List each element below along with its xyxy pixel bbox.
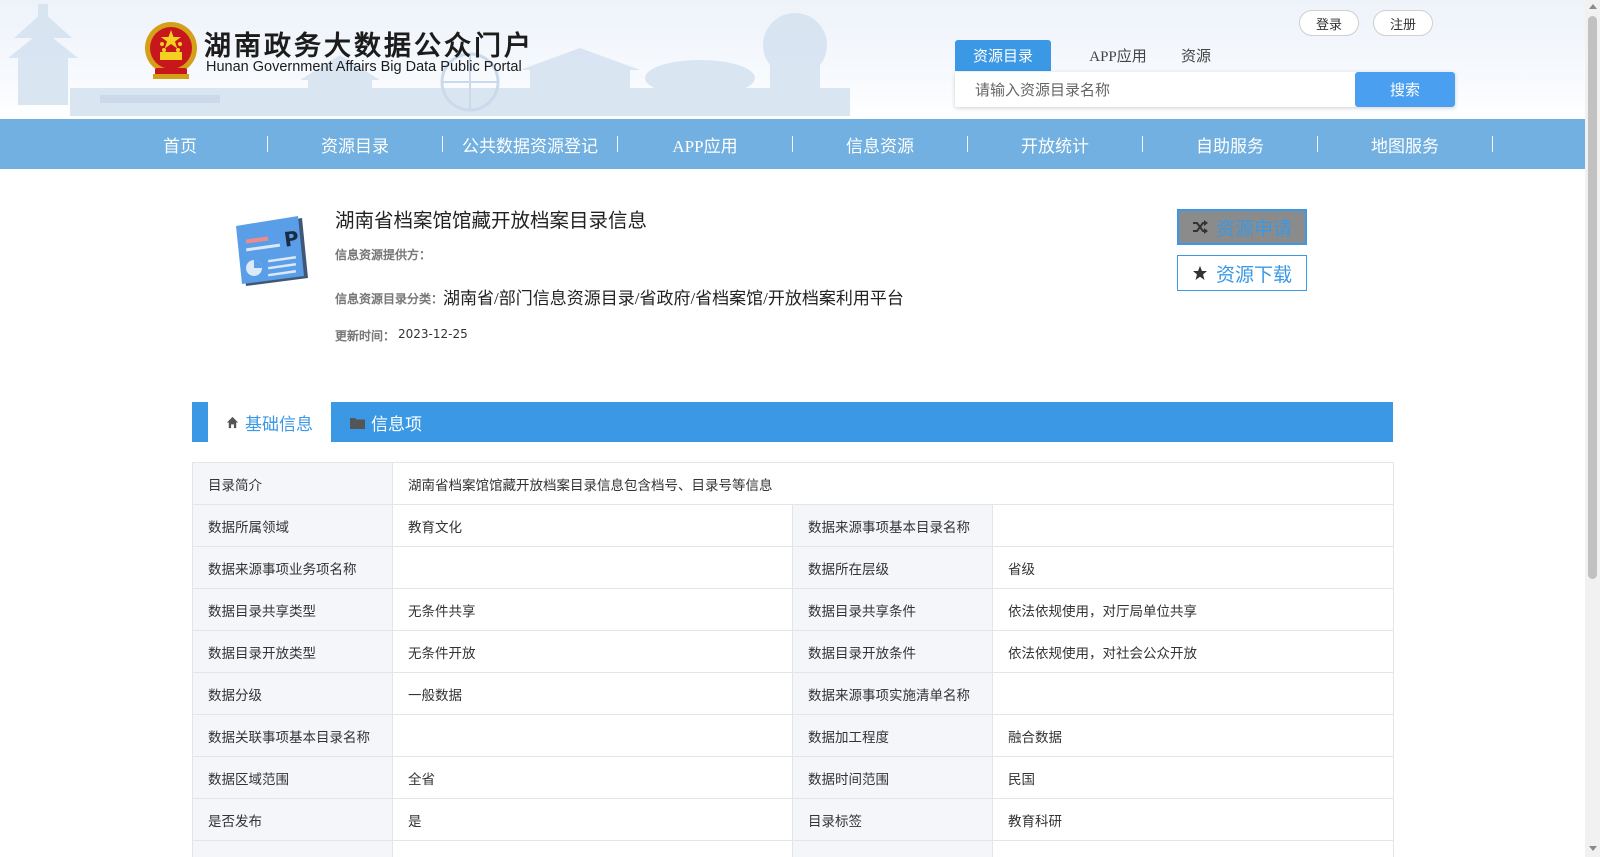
- table-value: 教育文化: [392, 504, 793, 547]
- table-row: 数据来源事项业务项名称 数据所在层级 省级: [192, 546, 1395, 589]
- table-value: [392, 714, 793, 757]
- table-value: 教育科研: [991, 798, 1395, 841]
- site-title: 湖南政务大数据公众门户: [204, 31, 534, 62]
- table-label: 数据来源事项业务项名称: [192, 546, 393, 589]
- nav-separator: [1492, 136, 1493, 152]
- table-row: 数据所属领域 教育文化 数据来源事项基本目录名称: [192, 504, 1395, 547]
- login-button[interactable]: 登录: [1299, 10, 1359, 36]
- tab-basic-info-label: 基础信息: [245, 414, 313, 435]
- scroll-down-arrow-icon[interactable]: [1589, 846, 1597, 851]
- table-value: 无条件共享: [392, 588, 793, 631]
- updated-label: 更新时间：: [335, 329, 396, 343]
- resource-apply-button[interactable]: 资源申请: [1177, 209, 1307, 245]
- nav-item-map-service[interactable]: 地图服务: [1318, 119, 1492, 169]
- main-nav: 首页 资源目录 公共数据资源登记 APP应用 信息资源 开放统计 自助服务 地图…: [0, 119, 1585, 169]
- table-label: 数据目录共享类型: [192, 588, 393, 631]
- table-value: 省级: [991, 546, 1395, 589]
- tab-info-items-label: 信息项: [371, 414, 422, 435]
- table-value: 全省: [392, 756, 793, 799]
- page-scrollbar[interactable]: [1585, 0, 1600, 857]
- table-label-cut: [792, 840, 993, 857]
- table-value: [991, 504, 1395, 547]
- table-label: 数据所在层级: [792, 546, 993, 589]
- nav-item-resource-catalog[interactable]: 资源目录: [268, 119, 442, 169]
- table-value: 依法依规使用，对厅局单位共享: [991, 588, 1395, 631]
- table-value: 融合数据: [991, 714, 1395, 757]
- star-icon: [1192, 266, 1207, 280]
- table-label: 目录标签: [792, 798, 993, 841]
- table-label: 数据来源事项基本目录名称: [792, 504, 993, 547]
- provider-label: 信息资源提供方：: [335, 248, 432, 262]
- tab-info-items[interactable]: 信息项: [350, 402, 422, 442]
- national-emblem-icon: [145, 22, 197, 79]
- resource-title: 湖南省档案馆馆藏开放档案目录信息: [335, 209, 648, 232]
- scrollbar-thumb[interactable]: [1588, 16, 1597, 579]
- basic-info-table: 目录简介 湖南省档案馆馆藏开放档案目录信息包含档号、目录号等信息 数据所属领域 …: [192, 462, 1395, 857]
- table-label: 数据加工程度: [792, 714, 993, 757]
- table-value: 无条件开放: [392, 630, 793, 673]
- nav-item-open-statistics[interactable]: 开放统计: [968, 119, 1142, 169]
- table-value-cut: [392, 840, 793, 857]
- table-label: 数据所属领域: [192, 504, 393, 547]
- table-row-partial: [192, 840, 1395, 857]
- search-input[interactable]: [955, 72, 1355, 107]
- table-row: 数据分级 一般数据 数据来源事项实施清单名称: [192, 672, 1395, 715]
- table-row: 目录简介 湖南省档案馆馆藏开放档案目录信息包含档号、目录号等信息: [192, 462, 1395, 505]
- search-box: 搜索: [955, 72, 1455, 107]
- tab-basic-info[interactable]: 基础信息: [208, 402, 331, 442]
- nav-item-info-resources[interactable]: 信息资源: [793, 119, 967, 169]
- category-label: 信息资源目录分类：: [335, 292, 444, 306]
- site-subtitle: Hunan Government Affairs Big Data Public…: [206, 59, 522, 75]
- search-tab-app[interactable]: APP应用: [1068, 40, 1168, 71]
- resource-download-button[interactable]: 资源下载: [1177, 255, 1307, 291]
- search-tab-resource[interactable]: 资源: [1170, 40, 1222, 71]
- table-label: 数据来源事项实施清单名称: [792, 672, 993, 715]
- table-label: 数据目录共享条件: [792, 588, 993, 631]
- table-label: 数据关联事项基本目录名称: [192, 714, 393, 757]
- category-value: 湖南省/部门信息资源目录/省政府/省档案馆/开放档案利用平台: [443, 289, 904, 308]
- resource-download-label: 资源下载: [1215, 263, 1292, 286]
- table-label: 是否发布: [192, 798, 393, 841]
- table-row: 数据目录共享类型 无条件共享 数据目录共享条件 依法依规使用，对厅局单位共享: [192, 588, 1395, 631]
- table-row: 数据目录开放类型 无条件开放 数据目录开放条件 依法依规使用，对社会公众开放: [192, 630, 1395, 673]
- site-header: 湖南政务大数据公众门户 Hunan Government Affairs Big…: [0, 0, 1585, 119]
- table-value: 一般数据: [392, 672, 793, 715]
- table-label: 数据分级: [192, 672, 393, 715]
- table-row: 数据区域范围 全省 数据时间范围 民国: [192, 756, 1395, 799]
- table-label: 数据目录开放类型: [192, 630, 393, 673]
- search-button[interactable]: 搜索: [1355, 72, 1455, 107]
- resource-apply-label: 资源申请: [1215, 217, 1292, 240]
- table-label: 目录简介: [192, 462, 393, 505]
- scroll-up-arrow-icon[interactable]: [1589, 4, 1597, 9]
- table-label: 数据时间范围: [792, 756, 993, 799]
- table-value: 民国: [991, 756, 1395, 799]
- table-label: 数据区域范围: [192, 756, 393, 799]
- shuffle-icon: [1192, 220, 1208, 234]
- folder-icon: [350, 417, 365, 429]
- search-tab-resource-catalog[interactable]: 资源目录: [955, 40, 1051, 71]
- table-value: [392, 546, 793, 589]
- table-value: 湖南省档案馆馆藏开放档案目录信息包含档号、目录号等信息: [391, 462, 1395, 505]
- table-value-cut: [991, 840, 1395, 857]
- nav-item-self-service[interactable]: 自助服务: [1143, 119, 1317, 169]
- table-value: 是: [392, 798, 793, 841]
- nav-item-home[interactable]: 首页: [93, 119, 267, 169]
- home-icon: [226, 416, 239, 428]
- updated-value: 2023-12-25: [398, 327, 468, 341]
- table-row: 是否发布 是 目录标签 教育科研: [192, 798, 1395, 841]
- table-value: 依法依规使用，对社会公众开放: [991, 630, 1395, 673]
- detail-tab-bar: 基础信息 信息项: [192, 402, 1393, 442]
- nav-item-public-data-registration[interactable]: 公共数据资源登记: [443, 119, 617, 169]
- table-row: 数据关联事项基本目录名称 数据加工程度 融合数据: [192, 714, 1395, 757]
- presentation-card-icon: P: [236, 216, 308, 286]
- table-value: [991, 672, 1395, 715]
- nav-item-app[interactable]: APP应用: [618, 119, 792, 169]
- table-label-cut: [192, 840, 393, 857]
- table-label: 数据目录开放条件: [792, 630, 993, 673]
- register-button[interactable]: 注册: [1373, 10, 1433, 36]
